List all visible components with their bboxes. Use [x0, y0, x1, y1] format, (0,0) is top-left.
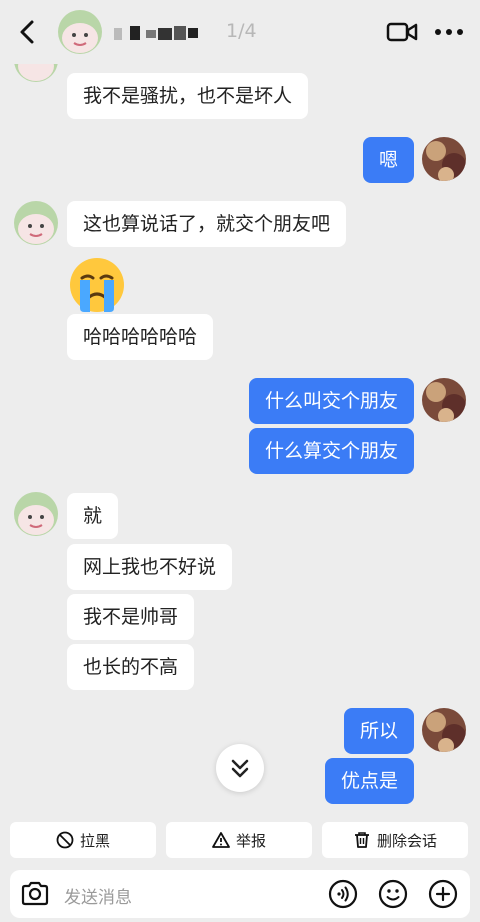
message-bubble-incoming[interactable]: 哈哈哈哈哈哈	[67, 314, 214, 360]
message-bubble-incoming[interactable]: 网上我也不好说	[67, 544, 233, 590]
my-avatar[interactable]	[422, 708, 466, 752]
block-button[interactable]: 拉黑	[10, 822, 156, 858]
scroll-to-bottom-button[interactable]	[216, 744, 264, 792]
warning-icon	[212, 832, 230, 848]
double-chevron-down-icon	[231, 759, 249, 778]
image-counter: 1/4	[226, 20, 257, 42]
my-avatar[interactable]	[422, 137, 466, 181]
block-label: 拉黑	[79, 831, 110, 850]
message-bubble-outgoing[interactable]: 优点是	[324, 758, 414, 804]
conversation-actions: 拉黑 举报 删除会话	[0, 822, 480, 860]
message-bubble-outgoing[interactable]: 什么算交个朋友	[248, 428, 414, 474]
contact-name-redacted	[114, 26, 198, 40]
emoji-icon[interactable]	[378, 879, 408, 909]
report-button[interactable]: 举报	[166, 822, 312, 858]
more-icon[interactable]	[434, 28, 464, 36]
message-bubble-outgoing[interactable]: 嗯	[362, 137, 414, 183]
contact-avatar[interactable]	[58, 10, 102, 54]
message-bubble-outgoing[interactable]: 什么叫交个朋友	[248, 378, 414, 424]
message-bubble-incoming[interactable]: 我不是骚扰，也不是坏人	[67, 73, 309, 119]
message-bubble-incoming[interactable]: 也长的不高	[67, 644, 195, 690]
plus-icon[interactable]	[428, 879, 458, 909]
voice-icon[interactable]	[328, 879, 358, 909]
message-input[interactable]: 发送消息	[64, 883, 132, 908]
block-icon	[56, 831, 74, 849]
report-label: 举报	[235, 831, 266, 850]
contact-avatar[interactable]	[14, 492, 58, 536]
back-icon[interactable]	[14, 18, 42, 46]
message-bubble-incoming[interactable]: 就	[67, 493, 119, 539]
video-call-icon[interactable]	[386, 20, 418, 44]
message-bubble-outgoing[interactable]: 所以	[343, 708, 414, 754]
contact-avatar[interactable]	[14, 201, 58, 245]
crying-face-emoji-icon	[70, 258, 124, 312]
message-bubble-incoming[interactable]: 我不是帅哥	[67, 594, 195, 640]
delete-conversation-button[interactable]: 删除会话	[322, 822, 468, 858]
camera-icon[interactable]	[20, 879, 50, 909]
my-avatar[interactable]	[422, 378, 466, 422]
top-bar: 1/4	[0, 0, 480, 64]
message-bubble-incoming[interactable]: 这也算说话了，就交个朋友吧	[67, 201, 347, 247]
delete-conversation-label: 删除会话	[376, 831, 437, 850]
trash-icon	[354, 832, 369, 848]
message-input-bar: 发送消息	[10, 870, 470, 918]
